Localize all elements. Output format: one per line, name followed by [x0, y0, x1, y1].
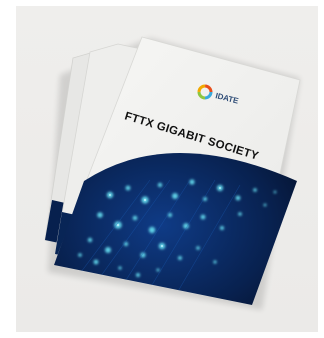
brochure-stack: IDATE FTTX GIGABIT SOCIETY — [44, 36, 301, 310]
product-photo: IDATE FTTX GIGABIT SOCIETY — [0, 0, 324, 338]
